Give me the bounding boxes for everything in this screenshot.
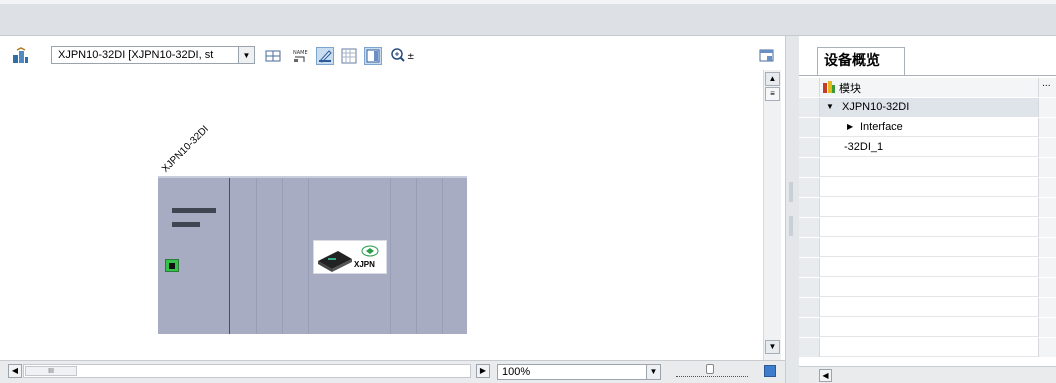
table-row[interactable] <box>799 298 1056 317</box>
horizontal-scrollbar[interactable]: III <box>23 364 471 378</box>
overview-scrollbar[interactable]: ◀ <box>799 366 1056 383</box>
table-row[interactable]: ▼ XJPN10-32DI <box>799 98 1056 117</box>
slot-divider <box>442 178 443 334</box>
table-row[interactable]: ▶ Interface <box>799 118 1056 137</box>
table-row[interactable] <box>799 318 1056 337</box>
navigation-icon[interactable] <box>764 365 776 377</box>
slot-divider <box>416 178 417 334</box>
scroll-thumb[interactable]: ≡ <box>765 87 780 101</box>
head-module[interactable] <box>158 178 230 334</box>
zoom-slider[interactable] <box>676 364 748 377</box>
table-row[interactable] <box>799 258 1056 277</box>
device-overview-table: 模块 ... ▼ XJPN10-32DI ▶ Interface -32DI_1 <box>799 78 1056 366</box>
led-bar <box>172 208 216 213</box>
slot-divider <box>390 178 391 334</box>
row-label: XJPN10-32DI <box>842 101 910 113</box>
table-row[interactable] <box>799 218 1056 237</box>
chevron-down-icon[interactable]: ▼ <box>646 365 660 379</box>
top-banner <box>0 0 1056 36</box>
splitter-collapse-icon[interactable] <box>789 182 793 202</box>
module-column-icon <box>823 81 835 93</box>
led-bar <box>172 222 200 227</box>
zoom-value: 100% <box>502 366 531 378</box>
vertical-scrollbar[interactable]: ▲ ≡ ▼ <box>763 70 781 360</box>
device-select-value: XJPN10-32DI [XJPN10-32DI, st <box>58 49 214 61</box>
device-rack[interactable]: XJPN <box>158 176 467 334</box>
svg-text:±: ± <box>407 52 415 62</box>
scroll-left-icon[interactable]: ◀ <box>819 369 832 382</box>
scroll-left-icon[interactable]: ◀ <box>8 364 22 378</box>
table-row[interactable] <box>799 198 1056 217</box>
slot-divider <box>282 178 283 334</box>
row-label: -32DI_1 <box>844 141 884 153</box>
table-row[interactable] <box>799 158 1056 177</box>
table-row[interactable] <box>799 238 1056 257</box>
scroll-thumb[interactable]: III <box>25 366 77 376</box>
grid-icon[interactable] <box>340 47 358 65</box>
row-label: Interface <box>860 121 903 133</box>
pane-icon[interactable] <box>364 47 382 65</box>
top-banner-line <box>0 0 1056 4</box>
expand-icon[interactable]: ▼ <box>826 102 834 111</box>
module-column-header: 模块 <box>839 82 861 95</box>
device-overview-panel: 设备概览 模块 ... ▼ XJPN10-32DI ▶ Interface -3… <box>799 36 1056 383</box>
scroll-up-icon[interactable]: ▲ <box>765 72 780 86</box>
panel-splitter[interactable] <box>785 36 799 383</box>
tab-device-overview[interactable]: 设备概览 <box>817 47 905 75</box>
device-name-label: XJPN10-32DI <box>160 123 212 175</box>
splitter-expand-icon[interactable] <box>789 216 793 236</box>
table-row[interactable] <box>799 178 1056 197</box>
name-icon[interactable]: NAME <box>291 47 309 65</box>
logo-icon <box>361 245 379 257</box>
module-label: XJPN <box>354 260 375 269</box>
module-device-icon <box>318 251 352 272</box>
table-row[interactable]: -32DI_1 <box>799 138 1056 157</box>
scroll-down-icon[interactable]: ▼ <box>765 340 780 354</box>
network-view-icon[interactable] <box>264 47 282 65</box>
device-view-statusbar: ◀ III ▶ 100% ▼ <box>0 360 785 383</box>
tab-divider <box>799 75 1056 76</box>
device-tree-icon[interactable] <box>12 47 30 65</box>
table-row[interactable] <box>799 278 1056 297</box>
panel-toggle-icon[interactable] <box>758 47 776 65</box>
port-icon[interactable] <box>165 259 179 272</box>
table-row[interactable] <box>799 338 1056 357</box>
device-select[interactable]: XJPN10-32DI [XJPN10-32DI, st ▼ <box>51 46 255 64</box>
zoom-icon[interactable]: ± <box>390 47 415 65</box>
device-canvas[interactable]: XJPN10-32DI XJPN <box>10 70 785 360</box>
slot-divider <box>256 178 257 334</box>
table-header: 模块 ... <box>799 78 1056 97</box>
edit-icon[interactable] <box>316 47 334 65</box>
device-view-toolbar: XJPN10-32DI [XJPN10-32DI, st ▼ NAME ± <box>10 44 780 70</box>
scroll-right-icon[interactable]: ▶ <box>476 364 490 378</box>
zoom-slider-handle[interactable] <box>706 364 714 374</box>
slot-divider <box>308 178 309 334</box>
zoom-select[interactable]: 100% ▼ <box>497 364 661 380</box>
svg-text:NAME: NAME <box>293 50 308 56</box>
more-columns[interactable]: ... <box>1042 79 1051 89</box>
expand-icon[interactable]: ▶ <box>847 122 853 131</box>
xjpn-module[interactable]: XJPN <box>313 240 387 274</box>
chevron-down-icon[interactable]: ▼ <box>238 47 254 63</box>
